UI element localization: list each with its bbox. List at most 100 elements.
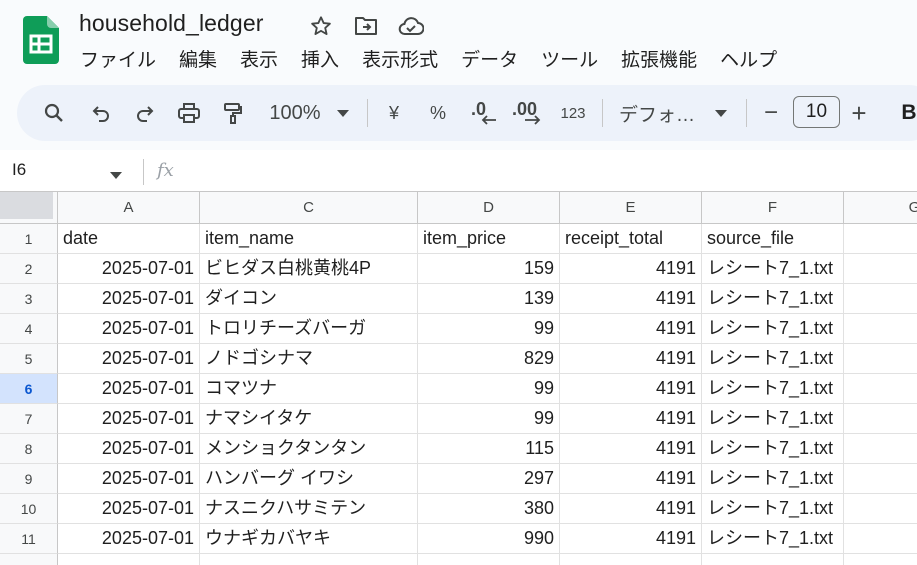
cell-d[interactable]: 99 [418,314,560,344]
row-header[interactable] [0,554,58,565]
cell-f[interactable]: レシート7_1.txt [702,494,844,524]
cell-d[interactable]: 139 [418,284,560,314]
cell-c[interactable]: ノドゴシナマ [200,344,418,374]
column-header-e[interactable]: E [560,192,702,224]
cell-d[interactable]: 99 [418,404,560,434]
cell-f[interactable]: レシート7_1.txt [702,404,844,434]
cell-f[interactable]: レシート7_1.txt [702,314,844,344]
cell-f[interactable]: source_file [702,224,844,254]
print-icon[interactable] [175,85,203,141]
cell-c[interactable]: トロリチーズバーガ [200,314,418,344]
cell-g[interactable] [844,314,917,344]
cell-c[interactable]: ビヒダス白桃黄桃4P [200,254,418,284]
column-header-c[interactable]: C [200,192,418,224]
decrease-decimal-button[interactable]: .0 [467,85,501,141]
cell-f[interactable]: レシート7_1.txt [702,284,844,314]
menu-data[interactable]: データ [461,48,518,74]
cloud-status-icon[interactable] [398,13,424,39]
column-header-a[interactable]: A [58,192,200,224]
cell-e[interactable]: 4191 [560,314,702,344]
cell-e[interactable]: 4191 [560,434,702,464]
menu-insert[interactable]: 挿入 [301,48,339,74]
cell-e[interactable]: 4191 [560,404,702,434]
move-to-folder-icon[interactable] [353,13,379,39]
cell-g[interactable] [844,344,917,374]
format-percent-button[interactable]: % [426,85,450,141]
row-header[interactable]: 2 [0,254,58,284]
cell-d[interactable]: 99 [418,374,560,404]
cell-c[interactable]: ナマシイタケ [200,404,418,434]
cell-f[interactable]: レシート7_1.txt [702,524,844,554]
cell-e[interactable]: 4191 [560,494,702,524]
more-formats-button[interactable]: 123 [557,85,589,141]
cell-a[interactable]: 2025-07-01 [58,434,200,464]
paint-format-icon[interactable] [219,85,247,141]
cell-a[interactable]: 2025-07-01 [58,494,200,524]
increase-decimal-button[interactable]: .00 [510,85,550,141]
cell-g[interactable] [844,284,917,314]
cell-e[interactable]: 4191 [560,254,702,284]
menu-edit[interactable]: 編集 [179,48,217,74]
cell-a[interactable]: 2025-07-01 [58,464,200,494]
redo-icon[interactable] [131,85,159,141]
cell-g[interactable] [844,464,917,494]
row-header[interactable]: 11 [0,524,58,554]
menu-help[interactable]: ヘルプ [720,48,777,74]
cell-f[interactable]: レシート7_1.txt [702,374,844,404]
search-menus-icon[interactable] [39,85,69,141]
cell-g[interactable] [844,254,917,284]
cell-e[interactable]: 4191 [560,464,702,494]
cell-c[interactable] [200,554,418,565]
column-header-d[interactable]: D [418,192,560,224]
row-header[interactable]: 3 [0,284,58,314]
increase-font-size-button[interactable]: + [847,85,871,141]
cell-g[interactable] [844,494,917,524]
cell-e[interactable]: 4191 [560,344,702,374]
row-header[interactable]: 5 [0,344,58,374]
font-caret-icon[interactable] [713,85,729,141]
cell-f[interactable]: レシート7_1.txt [702,254,844,284]
font-size-input[interactable]: 10 [793,96,840,128]
row-header[interactable]: 8 [0,434,58,464]
cell-c[interactable]: ハンバーグ イワシ [200,464,418,494]
cell-g[interactable] [844,404,917,434]
cell-c[interactable]: ウナギカバヤキ [200,524,418,554]
cell-f[interactable]: レシート7_1.txt [702,344,844,374]
document-title[interactable]: household_ledger [79,10,263,37]
cell-f[interactable]: レシート7_1.txt [702,464,844,494]
cell-g[interactable] [844,434,917,464]
font-family-select[interactable]: デフォ… [619,85,701,141]
undo-icon[interactable] [87,85,115,141]
cell-d[interactable]: 380 [418,494,560,524]
cell-e[interactable]: 4191 [560,284,702,314]
cell-a[interactable]: 2025-07-01 [58,524,200,554]
cell-a[interactable]: 2025-07-01 [58,284,200,314]
cell-e[interactable]: 4191 [560,524,702,554]
cell-g[interactable] [844,374,917,404]
row-header[interactable]: 4 [0,314,58,344]
column-header-g[interactable]: G [844,192,917,224]
name-box-caret-icon[interactable] [110,166,122,184]
cell-a[interactable] [58,554,200,565]
cell-e[interactable]: 4191 [560,374,702,404]
cell-d[interactable]: 297 [418,464,560,494]
row-header[interactable]: 10 [0,494,58,524]
cell-a[interactable]: 2025-07-01 [58,254,200,284]
cell-d[interactable]: 829 [418,344,560,374]
cell-c[interactable]: コマツナ [200,374,418,404]
cell-f[interactable] [702,554,844,565]
cell-c[interactable]: ナスニクハサミテン [200,494,418,524]
cell-a[interactable]: 2025-07-01 [58,374,200,404]
cell-c[interactable]: メンショクタンタン [200,434,418,464]
cell-d[interactable]: 115 [418,434,560,464]
cell-a[interactable]: 2025-07-01 [58,314,200,344]
cell-g[interactable] [844,554,917,565]
row-header[interactable]: 1 [0,224,58,254]
bold-button[interactable]: B [899,85,917,141]
star-icon[interactable] [308,13,334,39]
cell-d[interactable]: 159 [418,254,560,284]
row-header[interactable]: 7 [0,404,58,434]
cell-c[interactable]: ダイコン [200,284,418,314]
row-header[interactable]: 9 [0,464,58,494]
cell-e[interactable]: receipt_total [560,224,702,254]
